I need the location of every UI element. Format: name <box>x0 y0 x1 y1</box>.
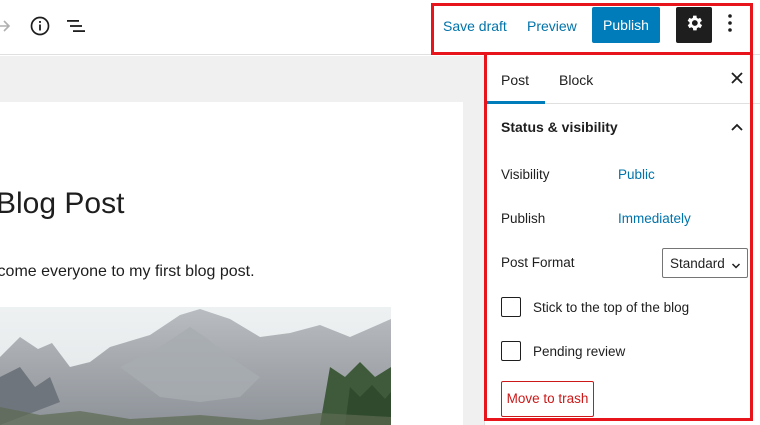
info-circle-icon[interactable] <box>25 11 55 41</box>
pending-review-option: Pending review <box>501 340 625 362</box>
redo-arrow-icon[interactable] <box>0 11 18 41</box>
visibility-label: Visibility <box>501 167 550 182</box>
visibility-value-link[interactable]: Public <box>618 167 655 182</box>
post-paragraph[interactable]: lcome everyone to my first blog post. <box>0 260 255 284</box>
more-options-button[interactable] <box>718 9 742 41</box>
post-document: Blog Post lcome everyone to my first blo… <box>0 102 463 425</box>
pending-review-checkbox[interactable] <box>501 341 521 361</box>
list-view-icon[interactable] <box>61 11 91 41</box>
close-sidebar-button[interactable] <box>727 70 747 90</box>
editor-canvas: Blog Post lcome everyone to my first blo… <box>0 56 484 425</box>
post-format-select[interactable]: Standard <box>662 248 748 278</box>
tab-block[interactable]: Block <box>543 56 609 104</box>
chevron-up-icon <box>729 119 745 135</box>
pending-review-label: Pending review <box>533 343 626 359</box>
move-to-trash-button[interactable]: Move to trash <box>501 381 594 417</box>
sticky-checkbox[interactable] <box>501 297 521 317</box>
post-format-value: Standard <box>670 255 725 271</box>
mountain-landscape-photo[interactable] <box>0 307 391 425</box>
publish-label: Publish <box>501 211 546 226</box>
editor-header: Save draft Preview Publish <box>0 0 760 55</box>
panel-title: Status & visibility <box>501 119 618 135</box>
preview-button[interactable]: Preview <box>517 8 587 44</box>
status-visibility-panel-toggle[interactable]: Status & visibility <box>485 105 760 151</box>
post-format-label: Post Format <box>501 255 575 270</box>
vertical-ellipsis-icon <box>727 13 733 38</box>
post-title[interactable]: Blog Post <box>0 186 124 222</box>
sticky-label: Stick to the top of the blog <box>533 299 690 315</box>
chevron-down-icon <box>731 258 741 273</box>
publish-date-link[interactable]: Immediately <box>618 211 691 226</box>
sticky-option: Stick to the top of the blog <box>501 296 689 318</box>
publish-button[interactable]: Publish <box>592 7 660 43</box>
settings-button[interactable] <box>676 7 712 43</box>
save-draft-button[interactable]: Save draft <box>433 8 517 44</box>
close-icon <box>730 71 744 90</box>
tab-post[interactable]: Post <box>485 56 546 104</box>
gear-icon <box>684 13 704 38</box>
sidebar-tabs: Post Block <box>485 56 760 104</box>
settings-sidebar: Post Block Status & visibility Visibilit… <box>484 56 760 425</box>
